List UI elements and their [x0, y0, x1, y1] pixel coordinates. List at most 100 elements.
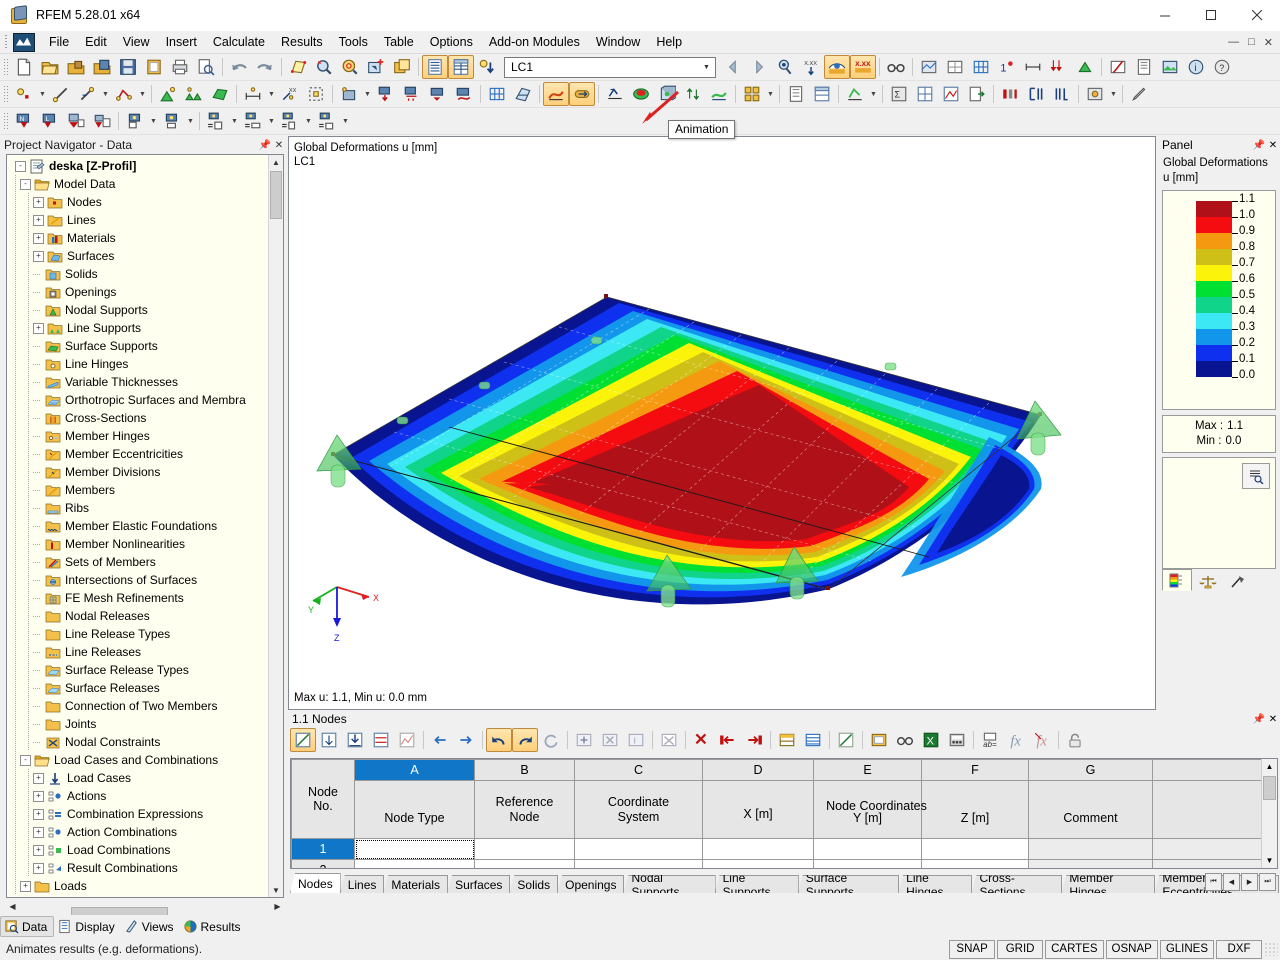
grid-scroll-down-icon[interactable]: ▼ [1262, 853, 1277, 868]
result-value-display-icon[interactable]: X.XX [850, 55, 876, 79]
surface-load-display-icon[interactable] [63, 109, 89, 133]
table-format-icon[interactable] [774, 728, 800, 752]
tree-item-openings[interactable]: Openings [7, 283, 269, 301]
save-icon[interactable] [115, 55, 141, 79]
panel-tab-filter[interactable] [1224, 571, 1252, 591]
minimize-button[interactable] [1142, 0, 1188, 30]
tree-item-line-release-types[interactable]: Line Release Types [7, 625, 269, 643]
show-tables-icon[interactable] [422, 55, 448, 79]
dimensions-icon[interactable] [1020, 55, 1046, 79]
scroll-left-icon[interactable]: ◀ [6, 900, 19, 913]
table-delete-all-icon[interactable] [689, 728, 715, 752]
tree-expand-toggle[interactable]: + [33, 214, 44, 226]
tab-prev-button[interactable]: ◀ [1223, 873, 1240, 891]
tree-item-result-combinations[interactable]: + Result Combinations [7, 859, 269, 877]
generate-mesh-icon[interactable] [510, 82, 536, 106]
open-blue-model-icon[interactable] [89, 55, 115, 79]
table-calc-icon[interactable] [833, 728, 859, 752]
table-redo-icon[interactable] [512, 728, 538, 752]
results-info-icon[interactable] [772, 55, 798, 79]
section-view-2-dropdown[interactable]: ▼ [266, 110, 277, 132]
tree-item-nodal-releases[interactable]: Nodal Releases [7, 607, 269, 625]
table-clear-icon[interactable] [656, 728, 682, 752]
new-node-icon[interactable] [11, 82, 37, 106]
print-icon[interactable] [167, 55, 193, 79]
tree-expand-toggle[interactable]: + [33, 232, 44, 244]
tree-item-line-hinges[interactable]: Line Hinges [7, 355, 269, 373]
glasses-icon[interactable] [883, 55, 909, 79]
table-tab-surfaces[interactable]: Surfaces [447, 875, 511, 893]
view-3d-dropdown[interactable]: ▼ [148, 110, 159, 132]
grid-row-header[interactable]: 1 [291, 838, 355, 860]
chevron-down-icon[interactable]: ▼ [698, 59, 715, 76]
next-loadcase-icon[interactable] [746, 55, 772, 79]
status-cartes-button[interactable]: CARTES [1045, 939, 1104, 959]
grid-column-header-D[interactable]: D [702, 759, 814, 781]
printout-report-icon[interactable] [1131, 55, 1157, 79]
table-glasses-icon[interactable] [892, 728, 918, 752]
tree-expand-toggle[interactable]: + [33, 322, 44, 334]
menu-help[interactable]: Help [648, 33, 690, 51]
toolbar-grip[interactable] [3, 58, 8, 76]
new-line-icon[interactable] [48, 82, 74, 106]
menu-file[interactable]: File [41, 33, 77, 51]
selection-frame-icon[interactable] [303, 82, 329, 106]
result-diagram-icon[interactable] [602, 82, 628, 106]
tree-item-variable-thicknesses[interactable]: Variable Thicknesses [7, 373, 269, 391]
menu-results[interactable]: Results [273, 33, 331, 51]
tree-item-solids[interactable]: Solids [7, 265, 269, 283]
tree-expand-toggle[interactable]: + [33, 844, 44, 856]
scrollbar-thumb[interactable] [270, 171, 282, 219]
panel-pin-icon[interactable]: 📌 [1252, 138, 1266, 152]
tree-item-loads[interactable]: + Loads [7, 877, 269, 895]
table-report-export-icon[interactable] [866, 728, 892, 752]
tree-item-ribs[interactable]: Ribs [7, 499, 269, 517]
bottom-tab-display[interactable]: Display [54, 917, 120, 936]
color-legend[interactable]: 1.1 1.0 0.9 0.8 0.7 0.6 0.5 0.4 0.3 0.2 0.1 0.0 [1162, 190, 1276, 410]
loads-display-icon[interactable] [1046, 55, 1072, 79]
table-close-icon[interactable]: ✕ [1266, 712, 1280, 726]
table-tab-surface-supports[interactable]: Surface Supports [797, 875, 900, 893]
table-tab-nodal-supports[interactable]: Nodal Supports [623, 875, 716, 893]
new-support-icon[interactable] [155, 82, 181, 106]
table-grid-lines-icon[interactable] [800, 728, 826, 752]
mdi-minimize-button[interactable]: — [1225, 36, 1242, 48]
tree-item-surfaces[interactable]: + Surfaces [7, 247, 269, 265]
maximize-button[interactable] [1188, 0, 1234, 30]
toolbar-grip-2[interactable] [3, 85, 8, 103]
tree-item-line-supports[interactable]: + Line Supports [7, 319, 269, 337]
new-polyline-dropdown[interactable]: ▼ [137, 83, 148, 105]
tree-item-load-combinations[interactable]: + Load Combinations [7, 841, 269, 859]
table-clear-function-icon[interactable]: fx [1029, 728, 1055, 752]
navigator-pin-icon[interactable]: 📌 [258, 138, 272, 152]
table-tab-strip[interactable]: Nodes Lines Materials Surfaces Solids Opening… [290, 873, 1279, 893]
wireframe-icon[interactable] [942, 55, 968, 79]
table-tab-solids[interactable]: Solids [509, 875, 559, 893]
navigator-tree[interactable]: - deska [Z-Profil] - Model Data + Nodes + Lines… [7, 155, 269, 897]
calc-all-icon[interactable]: Σ [886, 82, 912, 106]
zoom-all-icon[interactable] [337, 55, 363, 79]
tree-expand-toggle[interactable]: + [33, 826, 44, 838]
model-view-3d[interactable]: Global Deformations u [mm] LC1 X Y Z Max… [288, 136, 1156, 710]
grid-cell-F1[interactable] [921, 838, 1029, 860]
calc-export-icon[interactable] [964, 82, 990, 106]
tree-item-sets-of-members[interactable]: Sets of Members [7, 553, 269, 571]
section-icon[interactable] [1105, 55, 1131, 79]
tree-collapse-toggle[interactable]: - [20, 178, 31, 190]
table-tab-openings[interactable]: Openings [557, 875, 625, 893]
grid-cell-F2[interactable] [921, 859, 1029, 868]
section-view-1-icon[interactable] [203, 109, 229, 133]
grid-cell-C2[interactable] [574, 859, 703, 868]
menu-edit[interactable]: Edit [77, 33, 115, 51]
section-view-3-icon[interactable] [277, 109, 303, 133]
table-next-page-icon[interactable] [453, 728, 479, 752]
print-report-icon[interactable] [783, 82, 809, 106]
grid-cell-D1[interactable] [702, 838, 814, 860]
animation-icon[interactable] [569, 82, 595, 106]
tab-next-button[interactable]: ▶ [1241, 873, 1258, 891]
calc-fe-icon[interactable] [912, 82, 938, 106]
help-toolbar-icon[interactable]: ? [1209, 55, 1235, 79]
deformation-display-icon[interactable] [543, 82, 569, 106]
table-formula-bar-icon[interactable]: ab= [977, 728, 1003, 752]
bottom-tab-views[interactable]: Views [121, 917, 180, 936]
